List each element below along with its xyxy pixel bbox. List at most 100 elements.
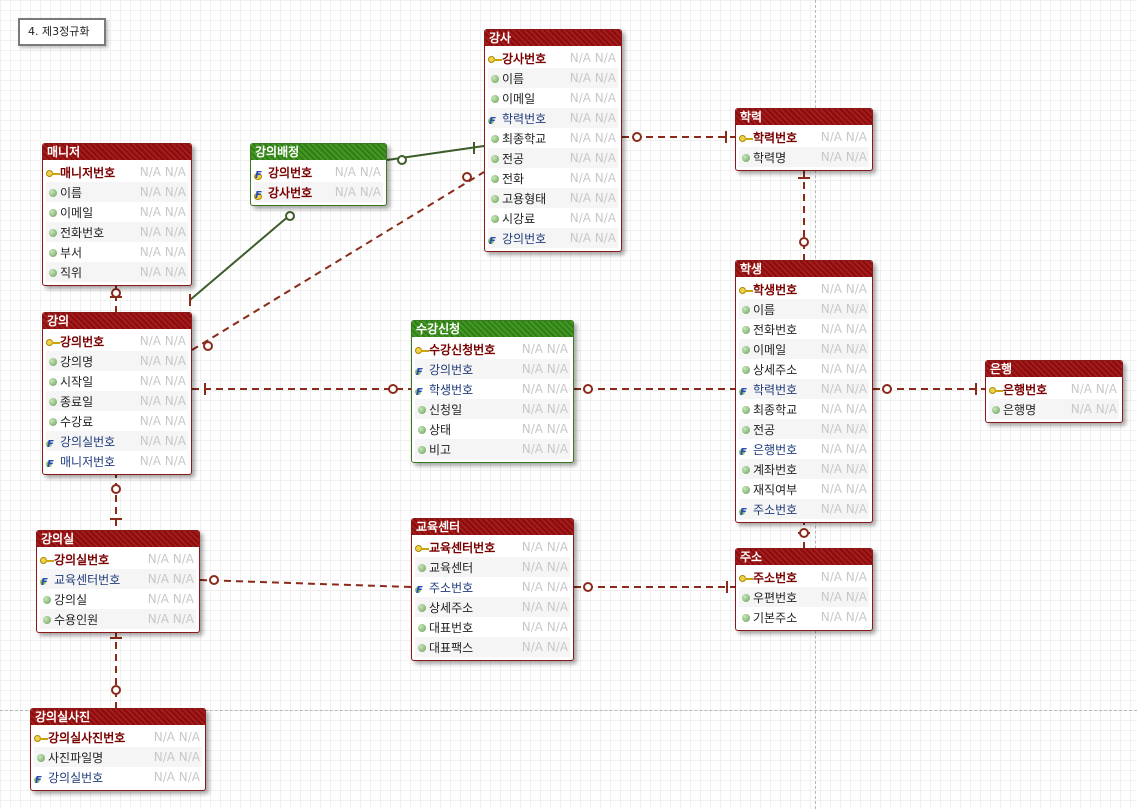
attr-row[interactable]: 이메일 N/A N/A [46,202,188,222]
attr-row[interactable]: 전화번호 N/A N/A [739,319,869,339]
attr-row[interactable]: F 강의실번호 N/A N/A [34,767,202,787]
attr-row[interactable]: 상세주소 N/A N/A [415,597,570,617]
attr-row[interactable]: 계좌번호 N/A N/A [739,459,869,479]
entity-address[interactable]: 주소 주소번호 N/A N/A 우편번호 N/A N/A 기본주소 N/A N/A [735,548,873,631]
attr-name: 계좌번호 [753,462,798,477]
attr-row[interactable]: 전공 N/A N/A [739,419,869,439]
attr-row[interactable]: F 매니저번호 N/A N/A [46,451,188,471]
optional-circle-marker [799,237,809,247]
attr-row[interactable]: 은행번호 N/A N/A [989,379,1119,399]
attr-name: 강사번호 [502,51,547,66]
attr-row[interactable]: F 주소번호 N/A N/A [739,499,869,519]
attr-name: 이름 [502,71,525,86]
attr-row[interactable]: 수강신청번호 N/A N/A [415,339,570,359]
attr-row[interactable]: F 강의번호 N/A N/A [254,162,383,182]
attr-row[interactable]: F 강의실번호 N/A N/A [46,431,188,451]
entity-photo[interactable]: 강의실사진 강의실사진번호 N/A N/A 사진파일명 N/A N/A F 강의실번호… [30,708,206,791]
attr-row[interactable]: 이름 N/A N/A [488,68,618,88]
attr-row[interactable]: 강사번호 N/A N/A [488,48,618,68]
entity-bank-title: 은행 [986,361,1122,377]
attr-row[interactable]: 전화번호 N/A N/A [46,222,188,242]
attr-row[interactable]: 주소번호 N/A N/A [739,567,869,587]
entity-student-title: 학생 [736,261,872,277]
attr-row[interactable]: 사진파일명 N/A N/A [34,747,202,767]
attr-meta: N/A N/A [1070,402,1117,416]
entity-manager[interactable]: 매니저 매니저번호 N/A N/A 이름 N/A N/A 이메일 N/A N/A 전화… [42,143,192,286]
attr-row[interactable]: F 강의번호 N/A N/A [415,359,570,379]
entity-room[interactable]: 강의실 강의실번호 N/A N/A F 교육센터번호 N/A N/A 강의실 N/A N… [36,530,200,633]
attr-row[interactable]: 비고 N/A N/A [415,439,570,459]
attr-row[interactable]: 이메일 N/A N/A [739,339,869,359]
attr-row[interactable]: 수용인원 N/A N/A [40,609,196,629]
attr-row[interactable]: 고용형태 N/A N/A [488,188,618,208]
attr-meta: N/A N/A [521,640,568,654]
attr-row[interactable]: 강의실사진번호 N/A N/A [34,727,202,747]
attribute-icon [34,751,48,765]
attr-row[interactable]: 전공 N/A N/A [488,148,618,168]
entity-assign-title: 강의배정 [251,144,386,160]
primary-key-icon [415,343,429,357]
attr-row[interactable]: 학력명 N/A N/A [739,147,869,167]
attr-row[interactable]: 최종학교 N/A N/A [739,399,869,419]
attr-row[interactable]: 시작일 N/A N/A [46,371,188,391]
entity-center[interactable]: 교육센터 교육센터번호 N/A N/A 교육센터 N/A N/A F 주소번호 N/A … [411,518,574,661]
primary-key-icon [40,553,54,567]
attr-row[interactable]: 기본주소 N/A N/A [739,607,869,627]
attr-meta: N/A N/A [139,434,186,448]
entity-instructor[interactable]: 강사 강사번호 N/A N/A 이름 N/A N/A 이메일 N/A N/A F 학력번… [484,29,622,252]
attr-meta: N/A N/A [147,592,194,606]
attr-name: 강의실 [54,592,88,607]
attr-name: 강의실번호 [48,770,104,785]
entity-education[interactable]: 학력 학력번호 N/A N/A 학력명 N/A N/A [735,108,873,171]
attr-row[interactable]: 매니저번호 N/A N/A [46,162,188,182]
attr-row[interactable]: 신청일 N/A N/A [415,399,570,419]
attr-row[interactable]: 강의실번호 N/A N/A [40,549,196,569]
attr-row[interactable]: F 교육센터번호 N/A N/A [40,569,196,589]
attr-meta: N/A N/A [820,422,867,436]
entity-lecture[interactable]: 강의 강의번호 N/A N/A 강의명 N/A N/A 시작일 N/A N/A 종료일… [42,312,192,475]
attr-row[interactable]: 이름 N/A N/A [46,182,188,202]
attr-row[interactable]: 강의실 N/A N/A [40,589,196,609]
attr-row[interactable]: 강의명 N/A N/A [46,351,188,371]
optional-circle-marker [203,341,213,351]
primary-foreign-key-icon: F [254,189,262,201]
attr-row[interactable]: 교육센터번호 N/A N/A [415,537,570,557]
entity-assign[interactable]: 강의배정 F 강의번호 N/A N/A F 강사번호 N/A N/A [250,143,387,206]
attr-row[interactable]: 교육센터 N/A N/A [415,557,570,577]
attr-row[interactable]: F 학생번호 N/A N/A [415,379,570,399]
attr-row[interactable]: 상태 N/A N/A [415,419,570,439]
primary-foreign-key-icon: F [254,169,262,181]
attr-row[interactable]: 상세주소 N/A N/A [739,359,869,379]
attr-row[interactable]: 부서 N/A N/A [46,242,188,262]
attr-row[interactable]: F 강의번호 N/A N/A [488,228,618,248]
attr-row[interactable]: F 학력번호 N/A N/A [739,379,869,399]
attr-row[interactable]: 은행명 N/A N/A [989,399,1119,419]
attr-row[interactable]: 시강료 N/A N/A [488,208,618,228]
entity-student[interactable]: 학생 학생번호 N/A N/A 이름 N/A N/A 전화번호 N/A N/A 이메일… [735,260,873,523]
attr-row[interactable]: 이메일 N/A N/A [488,88,618,108]
attr-row[interactable]: 학생번호 N/A N/A [739,279,869,299]
attr-row[interactable]: 최종학교 N/A N/A [488,128,618,148]
attr-row[interactable]: 학력번호 N/A N/A [739,127,869,147]
attr-row[interactable]: 강의번호 N/A N/A [46,331,188,351]
attr-meta: N/A N/A [569,51,616,65]
attr-meta: N/A N/A [820,282,867,296]
attr-row[interactable]: 직위 N/A N/A [46,262,188,282]
attr-row[interactable]: 수강료 N/A N/A [46,411,188,431]
attr-row[interactable]: 우편번호 N/A N/A [739,587,869,607]
attr-row[interactable]: F 강사번호 N/A N/A [254,182,383,202]
entity-bank[interactable]: 은행 은행번호 N/A N/A 은행명 N/A N/A [985,360,1123,423]
attr-row[interactable]: 종료일 N/A N/A [46,391,188,411]
attr-row[interactable]: 재직여부 N/A N/A [739,479,869,499]
attr-meta: N/A N/A [521,402,568,416]
attr-row[interactable]: 전화 N/A N/A [488,168,618,188]
attr-row[interactable]: 이름 N/A N/A [739,299,869,319]
attr-name: 주소번호 [429,580,474,595]
attr-row[interactable]: 대표번호 N/A N/A [415,617,570,637]
attr-row[interactable]: F 은행번호 N/A N/A [739,439,869,459]
attr-row[interactable]: 대표팩스 N/A N/A [415,637,570,657]
attr-row[interactable]: F 학력번호 N/A N/A [488,108,618,128]
attr-row[interactable]: F 주소번호 N/A N/A [415,577,570,597]
entity-enroll[interactable]: 수강신청 수강신청번호 N/A N/A F 강의번호 N/A N/A F 학생번호 N/A… [411,320,574,463]
attribute-icon [488,212,502,226]
